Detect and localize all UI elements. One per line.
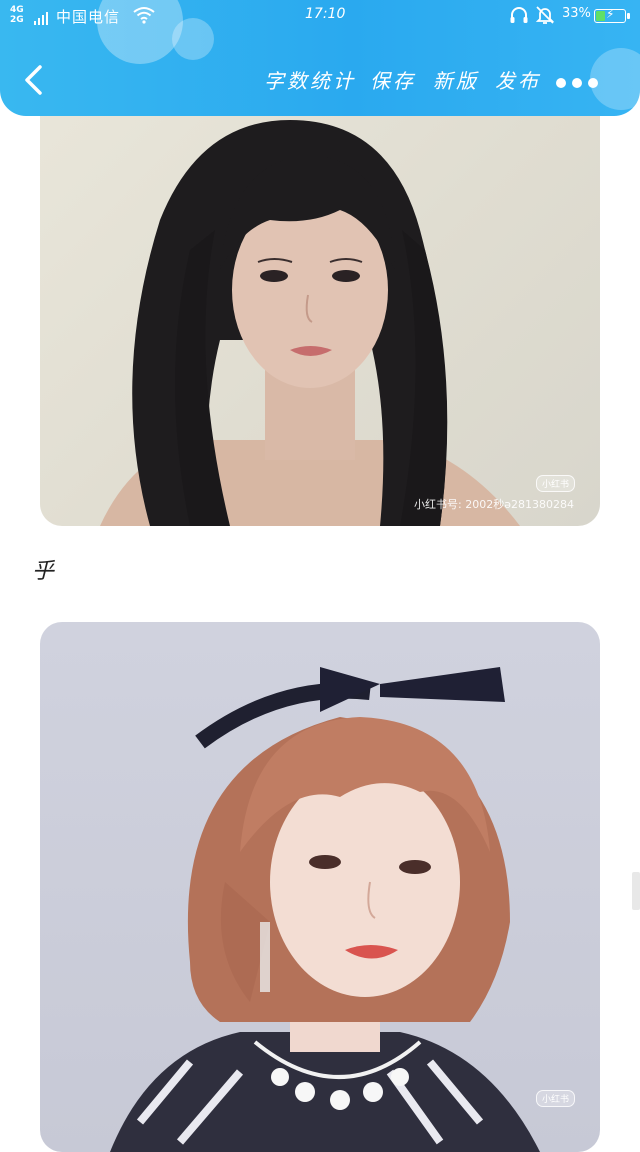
mute-bell-icon [535, 5, 555, 29]
headset-icon [509, 6, 529, 28]
battery-fill [596, 11, 605, 21]
portrait-illustration-1 [100, 120, 520, 526]
back-button[interactable] [20, 60, 50, 100]
battery-icon: ⚡ [594, 7, 630, 23]
status-bar: 4G 2G 中国电信 17:10 33% ⚡ [0, 0, 640, 32]
save-button[interactable]: 保存 [370, 64, 416, 98]
signal-icon [34, 7, 50, 25]
chevron-left-icon [25, 65, 42, 95]
more-dots-icon [556, 78, 566, 88]
network-type: 4G 2G [10, 5, 24, 25]
battery-percent: 33% [562, 6, 591, 21]
more-options-button[interactable] [556, 73, 604, 92]
status-time: 17:10 [305, 6, 346, 22]
wifi-icon [133, 6, 155, 28]
watermark-badge: 小红书 [536, 475, 576, 492]
more-dot [588, 78, 598, 88]
publish-button[interactable]: 发布 [495, 64, 541, 98]
app-header: 4G 2G 中国电信 17:10 33% ⚡ 字数统计 保存 新版 发布 [0, 0, 640, 116]
carrier-name: 中国电信 [56, 8, 121, 26]
scrollbar-handle[interactable] [632, 872, 640, 910]
watermark-badge: 小红书 [536, 1090, 576, 1107]
portrait-illustration-2 [110, 667, 540, 1152]
word-count-button[interactable]: 字数统计 [264, 64, 356, 98]
new-version-button[interactable]: 新版 [433, 64, 479, 98]
charging-bolt-icon: ⚡ [606, 7, 615, 21]
content-image-2[interactable]: 小红书 [40, 622, 600, 1152]
editor-text[interactable]: 乎 [32, 553, 54, 585]
content-image-1[interactable]: 小红书 小红书号: 2002秒ə281380284 [40, 80, 600, 526]
more-dot [572, 78, 582, 88]
watermark-text: 小红书号: 2002秒ə281380284 [414, 498, 574, 511]
